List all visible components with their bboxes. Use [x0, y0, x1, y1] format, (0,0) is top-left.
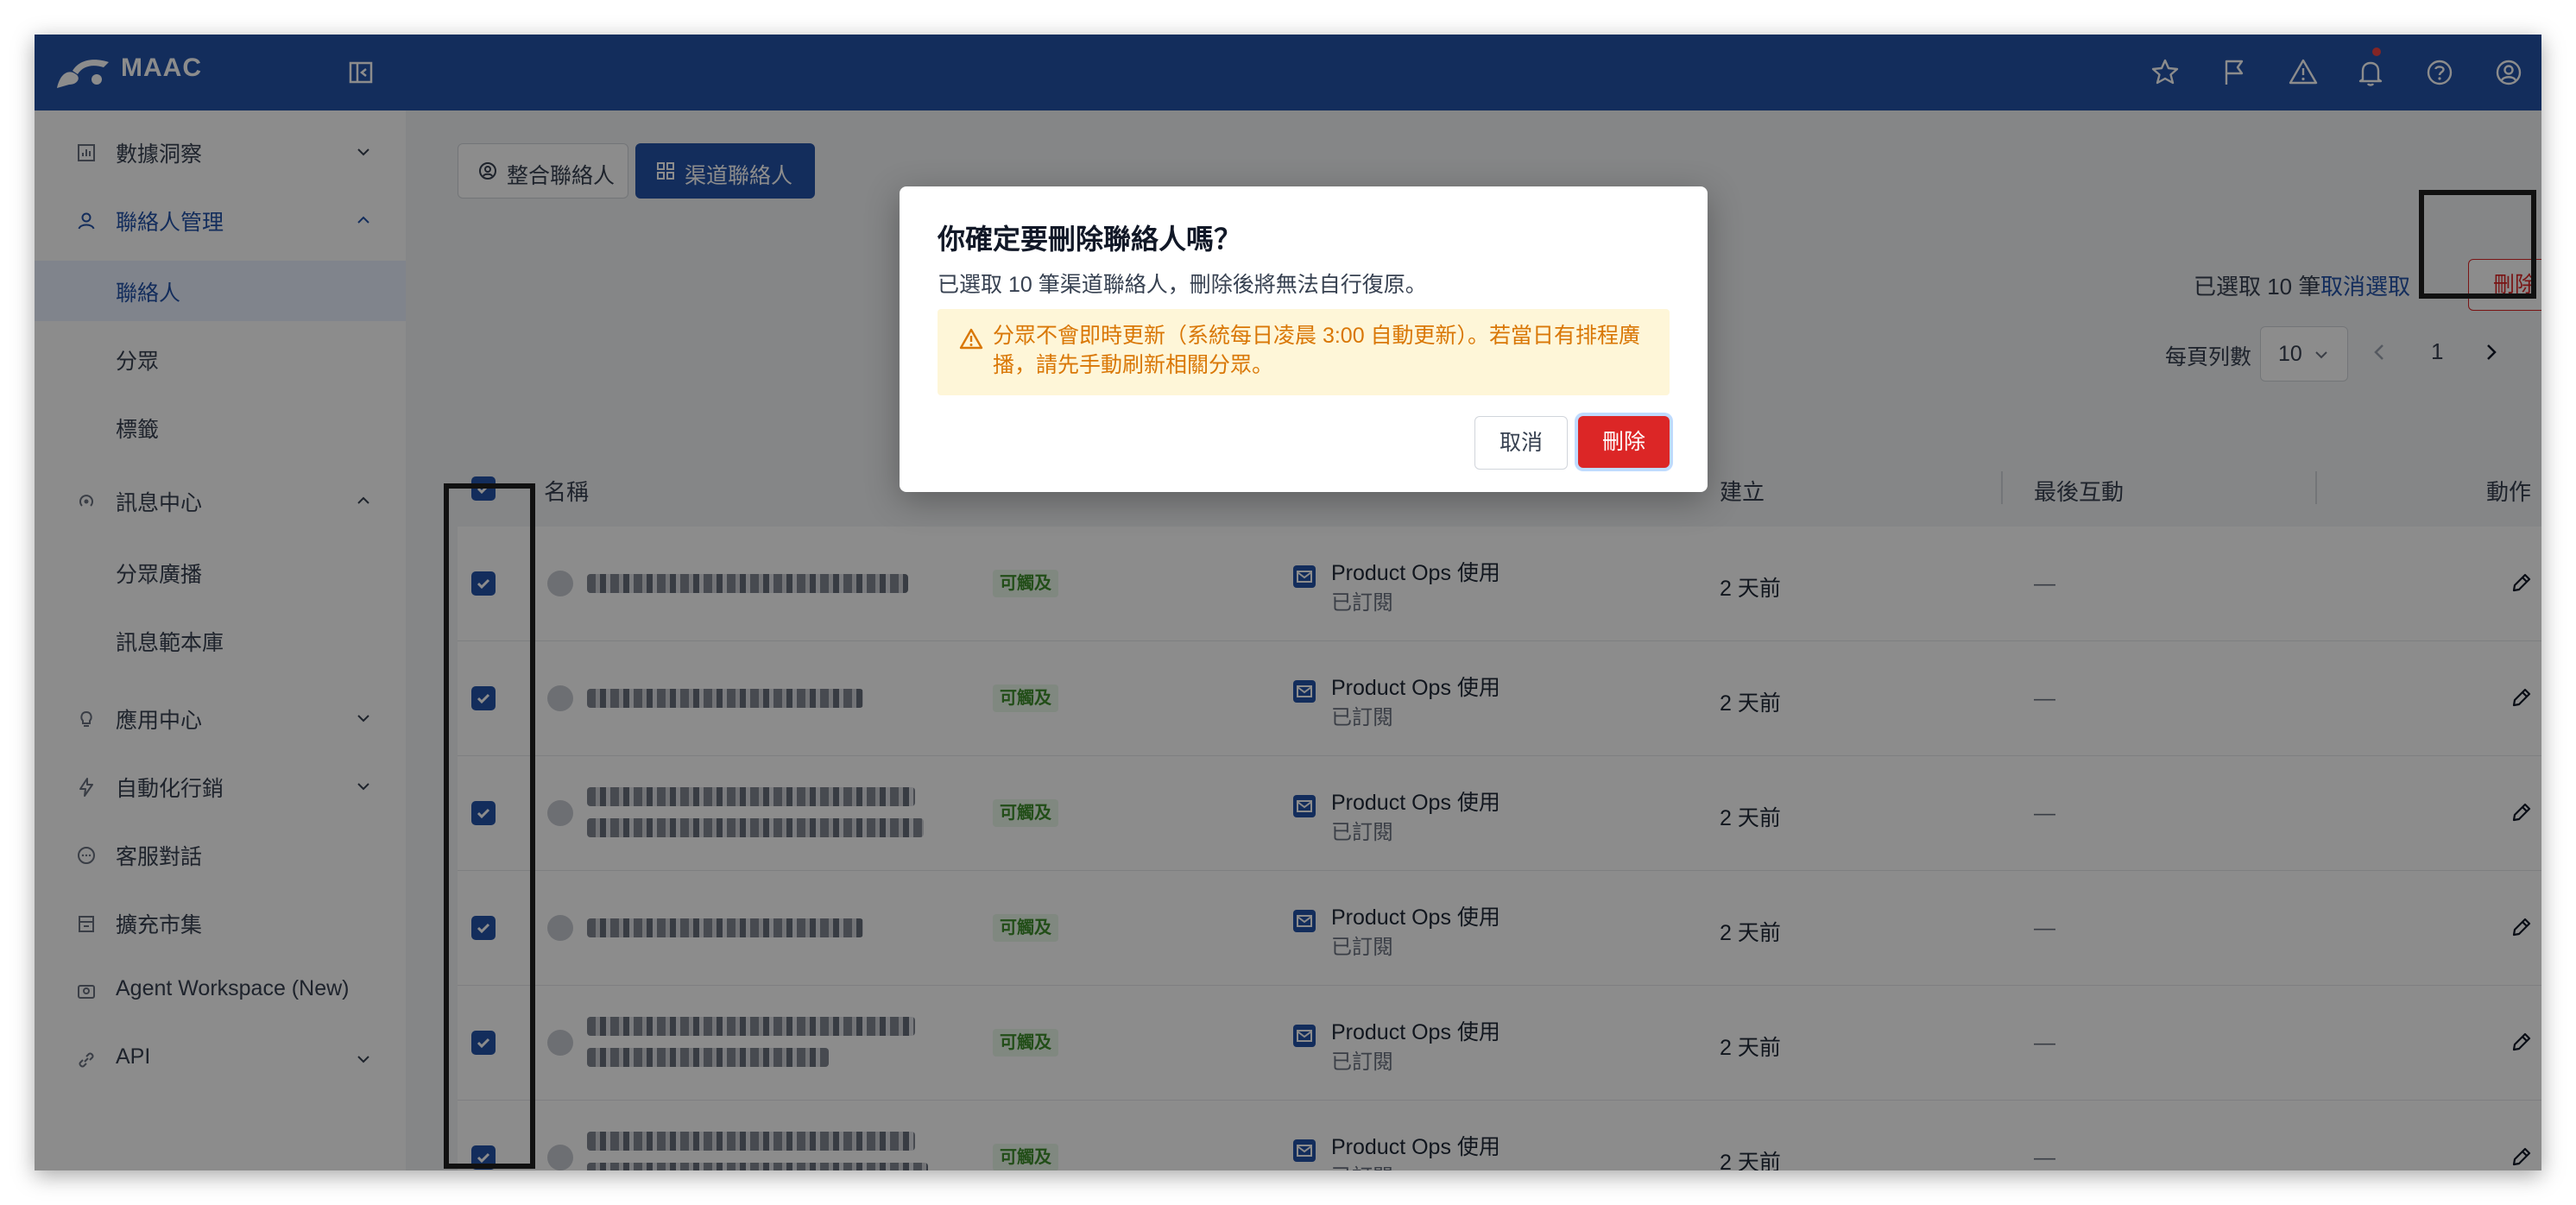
dialog-message: 已選取 10 筆渠道聯絡人，刪除後將無法自行復原。 — [938, 273, 1427, 297]
confirm-delete-dialog: 你確定要刪除聯絡人嗎？ 已選取 10 筆渠道聯絡人，刪除後將無法自行復原。 分眾… — [900, 186, 1708, 492]
warning-text: 分眾不會即時更新（系統每日凌晨 3:00 自動更新）。若當日有排程廣播，請先手動… — [993, 324, 1641, 377]
warning-alert: 分眾不會即時更新（系統每日凌晨 3:00 自動更新）。若當日有排程廣播，請先手動… — [938, 309, 1670, 395]
highlight-box-delete — [2419, 190, 2536, 299]
app-window: MAAC 數據洞察 聯絡人管理 聯絡人 分眾 標籤 訊息中心 分眾廣播 訊息範本… — [35, 35, 2541, 1170]
dialog-cancel-button[interactable]: 取消 — [1474, 416, 1568, 470]
highlight-box-checkboxes — [444, 483, 535, 1169]
dialog-title: 你確定要刪除聯絡人嗎？ — [938, 224, 1242, 255]
dialog-delete-button[interactable]: 刪除 — [1578, 416, 1670, 468]
warning-icon — [959, 328, 983, 350]
